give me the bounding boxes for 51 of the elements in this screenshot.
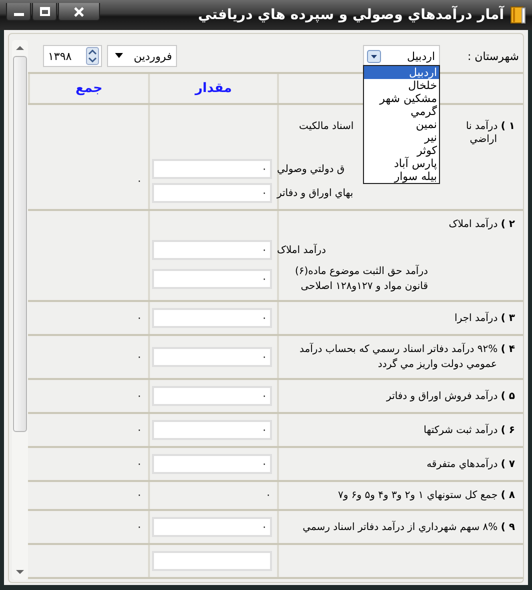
amount-field[interactable]: ٠ (152, 269, 272, 289)
sum-value: ٠ (136, 312, 143, 324)
amount-field[interactable]: ٠ (152, 183, 272, 203)
dropdown-option[interactable]: نمين (364, 118, 439, 131)
amount-field[interactable]: ٠ (152, 347, 272, 367)
city-dropdown[interactable]: اردبیل (363, 45, 440, 67)
dropdown-option[interactable]: پارس آباد (364, 157, 439, 170)
sum-value: ٠ (136, 490, 143, 501)
row-label: ۹ ) ۸% سهم شهرداري از درآمد دفاتر اسناد رسمي (302, 520, 515, 534)
year-spinner[interactable]: ۱۳۹۸ (43, 45, 102, 67)
amount-field[interactable]: ٠ (152, 454, 272, 474)
row-label: ۸ ) جمع کل ستونهاي ۱ و۲ و۳ و۴ و۵ و۶ و۷ (338, 489, 515, 503)
dropdown-option[interactable]: نير (364, 131, 439, 144)
row-label: ۷ ) درآمدهاي متفرقه (426, 456, 515, 472)
sum-value: ٠ (136, 390, 143, 402)
dropdown-option[interactable]: کوثر (364, 144, 439, 157)
row-label: ۶ ) درآمد ثبت شرکتها (424, 422, 515, 438)
sub-label: درآمد حق الثبت موضوع ماده(۶) قانون مواد و ۱۲۷و۱۲۸ اصلاحی (294, 264, 428, 294)
column-header: جمع (28, 74, 148, 103)
row-label: ۲ ) درآمد املاک (448, 217, 515, 232)
column-header: مقدار (148, 74, 277, 103)
row-label: ۳ ) درآمد اجرا (454, 310, 515, 326)
sum-value: ٠ (136, 176, 143, 186)
sub-label: بهاي اوراق و دفاتر (277, 186, 354, 200)
amount-field[interactable]: ٠ (152, 386, 272, 406)
dropdown-option[interactable]: بيله سوار (364, 170, 439, 183)
window-title: آمار درآمدهاي وصولي و سپرده هاي دريافتي (197, 7, 506, 23)
row-label: ۴ ) ۹۲% درآمد دفاتر اسناد رسمي که بحساب درآمد عمومي دولت واريز مي گردد (298, 342, 515, 372)
dropdown-option[interactable]: مشکین شهر (364, 92, 439, 105)
dropdown-option[interactable]: گرمي (364, 105, 439, 118)
amount-value: ٠ (264, 490, 272, 501)
amount-field[interactable]: ٠ (152, 159, 272, 179)
row-label: اسناد مالکیت (299, 121, 354, 132)
sum-value: ٠ (136, 522, 143, 532)
sub-label: درآمد املاک (277, 242, 326, 258)
sum-value: ٠ (136, 458, 143, 470)
month-dropdown[interactable]: فروردین (107, 45, 177, 67)
amount-field[interactable]: ٠ (152, 308, 272, 328)
amount-field[interactable]: ٠ (152, 420, 272, 440)
sum-value: ٠ (136, 352, 143, 362)
sub-label: ق دولتي وصولي (277, 162, 345, 176)
dropdown-option[interactable]: خلخال (364, 79, 439, 92)
amount-field[interactable]: ٠ (152, 240, 272, 260)
dropdown-option[interactable]: اردبیل (364, 66, 439, 79)
sum-value: ٠ (136, 424, 143, 436)
row-label: ۵ ) درآمد فروش اوراق و دفاتر (386, 388, 515, 404)
row-label: اراضي (470, 134, 497, 145)
row-label: ۱ ) درآمد نا (466, 119, 515, 134)
year-value: ۱۳۹۸ (47, 50, 72, 62)
city-label: شهرستان : (466, 50, 520, 62)
amount-field[interactable]: ٠ (152, 517, 272, 537)
